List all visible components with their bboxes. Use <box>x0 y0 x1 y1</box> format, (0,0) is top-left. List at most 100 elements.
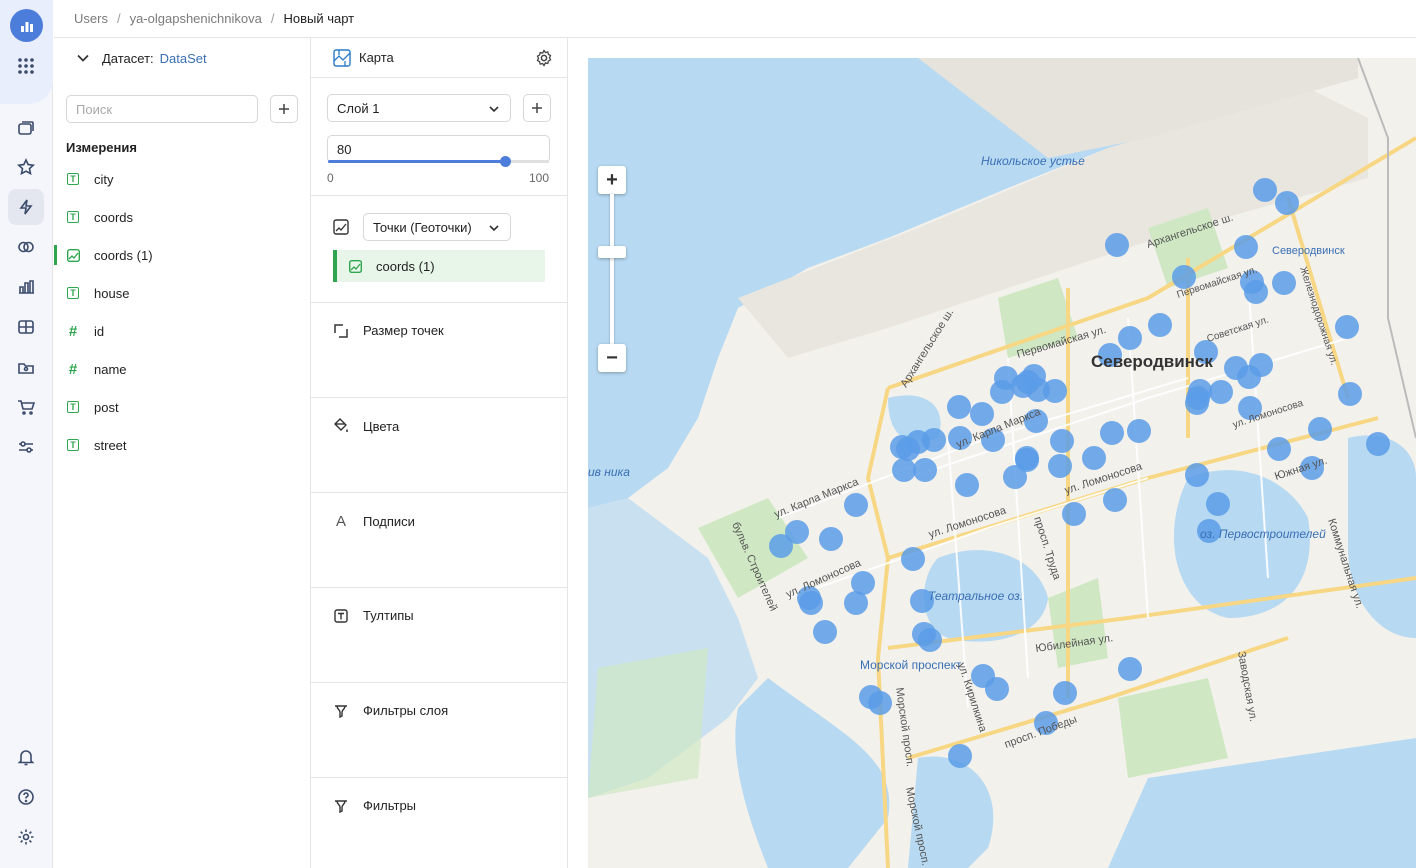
map-point[interactable] <box>1308 417 1332 441</box>
gear-icon[interactable] <box>535 49 553 67</box>
breadcrumb-users[interactable]: Users <box>74 11 108 26</box>
map-point[interactable] <box>892 458 916 482</box>
section-point-size[interactable]: Размер точек <box>311 302 567 397</box>
charts-logo[interactable] <box>10 9 43 42</box>
field-coords[interactable]: T coords <box>54 198 310 236</box>
settings-sliders-icon[interactable] <box>8 429 44 465</box>
field-id[interactable]: # id <box>54 312 310 350</box>
map-point[interactable] <box>1366 432 1390 456</box>
map-point[interactable] <box>1209 380 1233 404</box>
map-point[interactable] <box>947 395 971 419</box>
map-point[interactable] <box>1249 353 1273 377</box>
section-colors[interactable]: Цвета <box>311 397 567 492</box>
add-field-button[interactable] <box>270 95 298 123</box>
breadcrumb-user[interactable]: ya-olgapshenichnikova <box>130 11 262 26</box>
field-post[interactable]: T post <box>54 388 310 426</box>
search-input[interactable] <box>66 95 258 123</box>
zoom-slider-handle[interactable] <box>598 246 626 258</box>
map-point[interactable] <box>1244 280 1268 304</box>
map-point[interactable] <box>985 677 1009 701</box>
map-point[interactable] <box>1272 271 1296 295</box>
map-point[interactable] <box>769 534 793 558</box>
opacity-slider[interactable]: 80 <box>327 135 550 167</box>
map-point[interactable] <box>844 493 868 517</box>
favorites-icon[interactable] <box>8 149 44 185</box>
map-point[interactable] <box>1105 233 1129 257</box>
geo-field-chip[interactable]: coords (1) <box>333 250 545 282</box>
datasets-icon[interactable] <box>8 309 44 345</box>
zoom-slider-track[interactable] <box>610 194 614 344</box>
field-name[interactable]: # name <box>54 350 310 388</box>
add-layer-button[interactable] <box>523 94 551 122</box>
zoom-in-button[interactable]: + <box>598 166 626 194</box>
map-point[interactable] <box>1234 235 1258 259</box>
section-tooltips[interactable]: Тултипы <box>311 587 567 682</box>
help-icon[interactable] <box>8 779 44 815</box>
map-point[interactable] <box>1103 488 1127 512</box>
map-point[interactable] <box>1267 437 1291 461</box>
filter-icon <box>335 799 347 813</box>
section-layer-filters[interactable]: Фильтры слоя <box>311 682 567 777</box>
map-point[interactable] <box>990 380 1014 404</box>
field-house[interactable]: T house <box>54 274 310 312</box>
section-labels[interactable]: A Подписи <box>311 492 567 587</box>
chevron-down-icon[interactable] <box>76 51 90 65</box>
map-canvas[interactable]: Никольское устье Северодвинск Северодвин… <box>588 58 1416 868</box>
map-point[interactable] <box>813 620 837 644</box>
chart-type-header[interactable]: Карта <box>311 38 567 78</box>
map-point[interactable] <box>1003 465 1027 489</box>
map-point[interactable] <box>1118 657 1142 681</box>
map-point[interactable] <box>1275 191 1299 215</box>
field-coords-1[interactable]: coords (1) <box>54 236 310 274</box>
text-type-icon: T <box>67 211 79 223</box>
charts-icon[interactable] <box>8 189 44 225</box>
map-point[interactable] <box>1062 502 1086 526</box>
map-point[interactable] <box>1053 681 1077 705</box>
map-point[interactable] <box>922 428 946 452</box>
dataset-name[interactable]: DataSet <box>160 51 207 66</box>
map-point[interactable] <box>1253 178 1277 202</box>
zoom-out-button[interactable]: − <box>598 344 626 372</box>
map-point[interactable] <box>896 437 920 461</box>
map-point[interactable] <box>1335 315 1359 339</box>
map-point[interactable] <box>1082 446 1106 470</box>
map-point[interactable] <box>948 744 972 768</box>
map-point[interactable] <box>1048 454 1072 478</box>
map-point[interactable] <box>913 458 937 482</box>
map-point[interactable] <box>970 402 994 426</box>
map-view[interactable]: Никольское устье Северодвинск Северодвин… <box>588 58 1416 868</box>
apps-icon[interactable] <box>8 48 44 84</box>
map-point[interactable] <box>901 547 925 571</box>
map-point[interactable] <box>1043 379 1067 403</box>
map-point[interactable] <box>1224 356 1248 380</box>
map-point[interactable] <box>868 691 892 715</box>
layer-select[interactable]: Слой 1 <box>327 94 511 122</box>
slider-thumb[interactable] <box>500 156 512 167</box>
map-point[interactable] <box>955 473 979 497</box>
field-city[interactable]: T city <box>54 160 310 198</box>
settings-icon[interactable] <box>8 819 44 855</box>
map-point[interactable] <box>1206 492 1230 516</box>
map-point[interactable] <box>1127 419 1151 443</box>
marketplace-icon[interactable] <box>8 389 44 425</box>
notifications-icon[interactable] <box>8 739 44 775</box>
collections-icon[interactable] <box>8 110 44 146</box>
section-filters[interactable]: Фильтры <box>311 777 567 868</box>
dashboards-icon[interactable] <box>8 269 44 305</box>
field-street[interactable]: T street <box>54 426 310 464</box>
map-point[interactable] <box>1050 429 1074 453</box>
reports-icon[interactable] <box>8 349 44 385</box>
geo-type-select[interactable]: Точки (Геоточки) <box>363 213 511 241</box>
map-point[interactable] <box>819 527 843 551</box>
map-point[interactable] <box>1118 326 1142 350</box>
connections-icon[interactable] <box>8 229 44 265</box>
map-point[interactable] <box>918 628 942 652</box>
opacity-value[interactable]: 80 <box>337 142 351 157</box>
field-label: post <box>94 399 119 415</box>
map-point[interactable] <box>1148 313 1172 337</box>
map-point[interactable] <box>1185 463 1209 487</box>
map-point[interactable] <box>1100 421 1124 445</box>
map-point[interactable] <box>844 591 868 615</box>
map-point[interactable] <box>1185 391 1209 415</box>
map-point[interactable] <box>1338 382 1362 406</box>
